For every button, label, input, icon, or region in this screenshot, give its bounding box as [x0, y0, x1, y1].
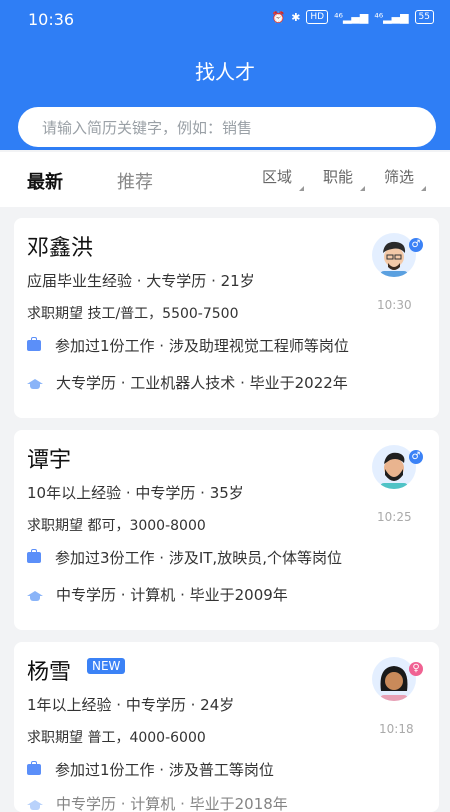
work-text: 参加过1份工作 · 涉及普工等岗位	[55, 761, 274, 779]
status-bar: 10:36 ⏰ ✱ HD ⁴⁶▂▄▆ ⁴⁶▂▄▆ 55	[0, 0, 450, 38]
edu-text: 中专学历 · 计算机 · 毕业于2018年	[56, 795, 288, 812]
briefcase-icon	[27, 337, 41, 351]
signal-icon-1: ⁴⁶▂▄▆	[334, 10, 369, 24]
bluetooth-icon: ✱	[291, 10, 301, 24]
work-row: 参加过1份工作 · 涉及助理视觉工程师等岗位	[27, 335, 349, 356]
status-time: 10:36	[28, 10, 75, 29]
avatar	[372, 233, 416, 277]
candidate-expectation: 求职期望 都可，3000-8000	[27, 518, 206, 534]
hd-icon: HD	[306, 10, 329, 24]
new-badge: NEW	[87, 658, 126, 674]
triangle-icon	[299, 181, 305, 191]
candidate-summary: 1年以上经验 · 中专学历 · 24岁	[27, 696, 235, 714]
search-placeholder: 请输入简历关键字，例如：销售	[42, 119, 253, 137]
candidate-card[interactable]: 谭宇 10年以上经验 · 中专学历 · 35岁 求职期望 都可，3000-800…	[14, 430, 439, 630]
tab-latest[interactable]: 最新	[27, 168, 63, 194]
candidate-time: 10:18	[379, 722, 414, 736]
edu-text: 中专学历 · 计算机 · 毕业于2009年	[56, 586, 288, 604]
candidate-card[interactable]: 邓鑫洪 应届毕业生经验 · 大专学历 · 21岁 求职期望 技工/普工，5500…	[14, 218, 439, 418]
graduation-cap-icon	[27, 589, 43, 601]
briefcase-icon	[27, 761, 41, 775]
candidate-summary: 应届毕业生经验 · 大专学历 · 21岁	[27, 272, 255, 290]
avatar	[372, 445, 416, 489]
candidate-card[interactable]: 杨雪 NEW 1年以上经验 · 中专学历 · 24岁 求职期望 普工，4000-…	[14, 642, 439, 812]
edu-row: 大专学历 · 工业机器人技术 · 毕业于2022年	[27, 372, 348, 393]
signal-icon-2: ⁴⁶▂▄▆	[374, 10, 409, 24]
candidate-summary: 10年以上经验 · 中专学历 · 35岁	[27, 484, 244, 502]
candidate-expectation: 求职期望 普工，4000-6000	[27, 730, 206, 746]
candidate-expectation: 求职期望 技工/普工，5500-7500	[27, 306, 239, 322]
graduation-cap-icon	[27, 377, 43, 389]
graduation-cap-icon	[27, 798, 43, 810]
header: 10:36 ⏰ ✱ HD ⁴⁶▂▄▆ ⁴⁶▂▄▆ 55 找人才 请输入简历关键字…	[0, 0, 450, 150]
candidate-name: 谭宇	[27, 448, 72, 473]
candidate-time: 10:30	[377, 298, 412, 312]
male-icon: ♂	[409, 238, 423, 252]
filter-function[interactable]: 职能	[323, 166, 366, 191]
edu-row: 中专学历 · 计算机 · 毕业于2009年	[27, 584, 288, 605]
candidate-name: 邓鑫洪	[27, 236, 94, 261]
candidate-name: 杨雪	[27, 660, 72, 685]
work-text: 参加过3份工作 · 涉及IT,放映员,个体等岗位	[55, 549, 342, 567]
tab-recommend[interactable]: 推荐	[117, 168, 153, 194]
watermark-logo: 七叶子 7YZ.COM	[363, 742, 436, 778]
status-icons: ⏰ ✱ HD ⁴⁶▂▄▆ ⁴⁶▂▄▆ 55	[271, 10, 434, 24]
work-row: 参加过3份工作 · 涉及IT,放映员,个体等岗位	[27, 547, 342, 568]
briefcase-icon	[27, 549, 41, 563]
tab-bar: 最新 推荐 区域 职能 筛选	[0, 152, 450, 207]
avatar	[372, 657, 416, 701]
candidate-time: 10:25	[377, 510, 412, 524]
search-input[interactable]: 请输入简历关键字，例如：销售	[18, 107, 436, 147]
work-text: 参加过1份工作 · 涉及助理视觉工程师等岗位	[55, 337, 349, 355]
edu-row: 中专学历 · 计算机 · 毕业于2018年	[27, 793, 288, 812]
male-icon: ♂	[409, 450, 423, 464]
triangle-icon	[421, 181, 427, 191]
filter-more[interactable]: 筛选	[384, 166, 427, 191]
edu-text: 大专学历 · 工业机器人技术 · 毕业于2022年	[56, 374, 348, 392]
female-icon: ♀	[409, 662, 423, 676]
alarm-icon: ⏰	[271, 10, 286, 24]
battery-icon: 55	[414, 10, 434, 24]
work-row: 参加过1份工作 · 涉及普工等岗位	[27, 759, 274, 780]
filter-region[interactable]: 区域	[262, 166, 305, 191]
triangle-icon	[360, 181, 366, 191]
page-title: 找人才	[195, 60, 255, 84]
